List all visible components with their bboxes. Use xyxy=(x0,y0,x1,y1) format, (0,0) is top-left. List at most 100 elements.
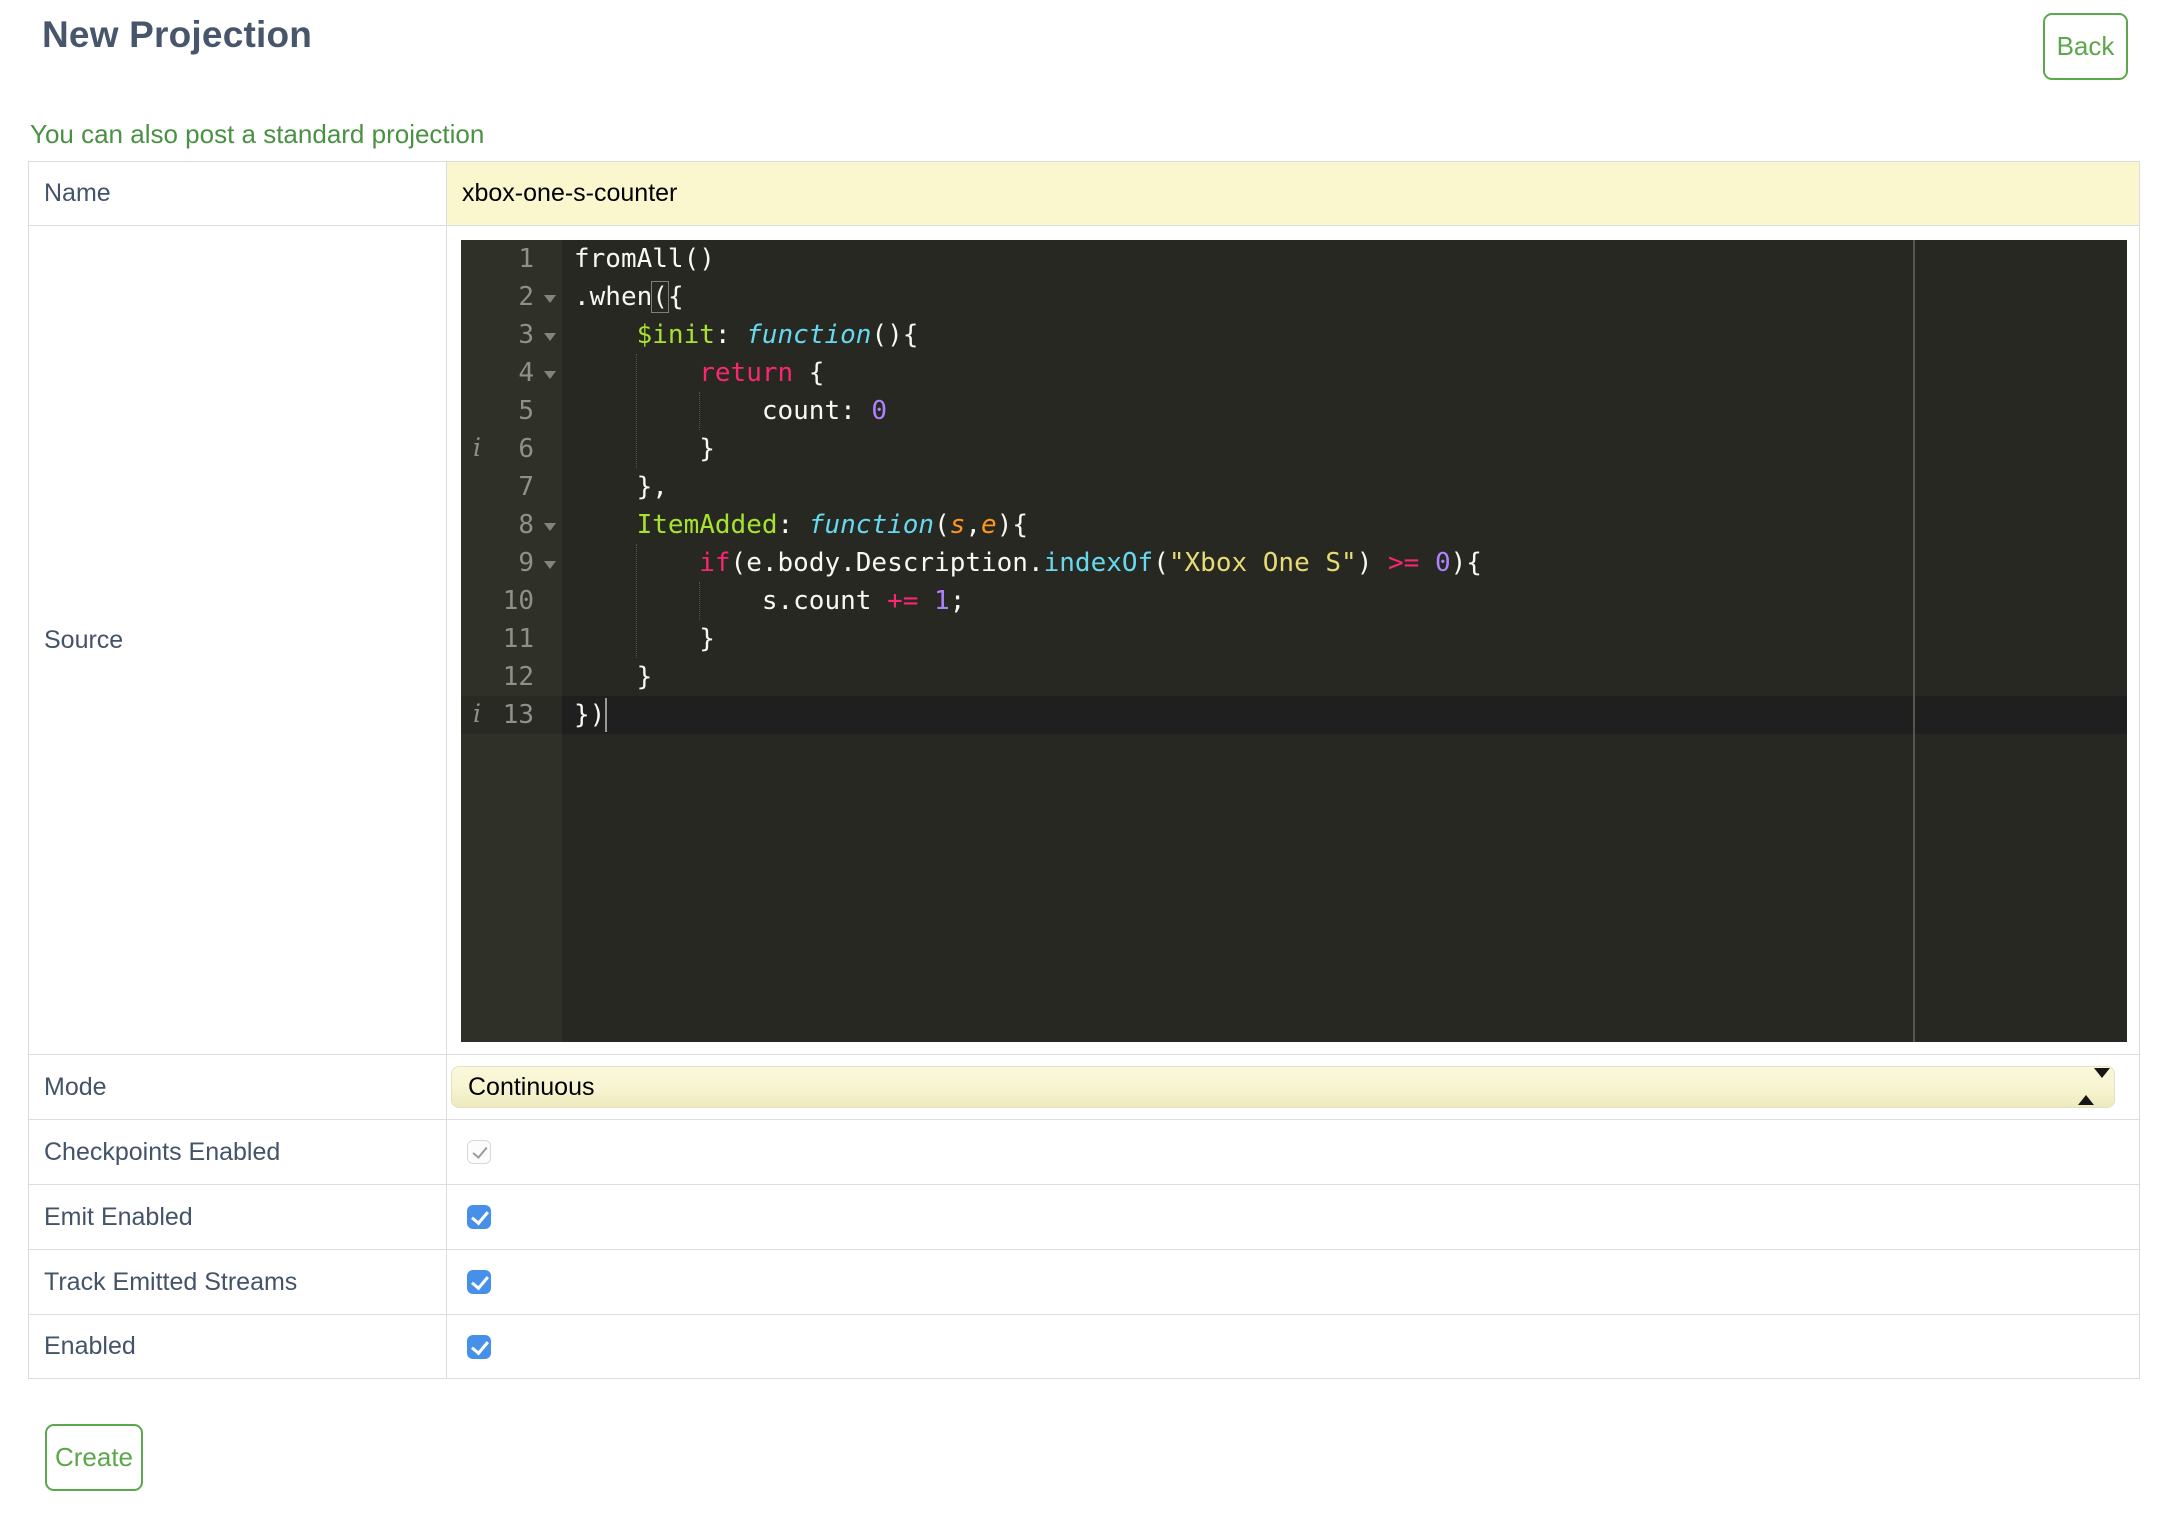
gutter-row: 10 xyxy=(461,582,562,620)
code-line: $init: function(){ xyxy=(562,316,2127,354)
gutter-row: 5 xyxy=(461,392,562,430)
mode-label: Mode xyxy=(29,1055,447,1119)
code-token: (){ xyxy=(871,320,919,350)
gutter-row: 7 xyxy=(461,468,562,506)
name-row: Name xyxy=(29,162,2139,226)
code-line: } xyxy=(562,430,2127,468)
source-row: Source 1 2 3 4 5 i 6 7 8 9 10 11 12 i 13 fromAll() .whe… xyxy=(29,226,2139,1055)
gutter-row: i6 xyxy=(461,430,562,468)
code-token: .when xyxy=(574,282,653,312)
code-token: count: xyxy=(574,396,872,426)
fold-toggle-icon[interactable] xyxy=(544,523,556,531)
code-line: fromAll() xyxy=(562,240,2127,278)
gutter-row: 1 xyxy=(461,240,562,278)
track-checkbox[interactable] xyxy=(467,1270,491,1294)
code-token: ItemAdded xyxy=(636,510,778,540)
code-token: ( xyxy=(934,510,950,540)
track-label: Track Emitted Streams xyxy=(29,1250,447,1314)
line-number: 12 xyxy=(502,662,534,692)
code-line: s.count += 1; xyxy=(562,582,2127,620)
back-button[interactable]: Back xyxy=(2043,13,2128,80)
code-line: } xyxy=(562,620,2127,658)
code-token: function xyxy=(808,510,935,540)
checkpoints-row: Checkpoints Enabled xyxy=(29,1120,2139,1185)
code-token: { xyxy=(667,282,684,312)
line-number: 5 xyxy=(518,396,534,426)
code-token: } xyxy=(574,434,715,464)
fold-toggle-icon[interactable] xyxy=(544,561,556,569)
code-token: }) xyxy=(574,700,606,730)
code-token: if xyxy=(699,548,731,578)
checkpoints-checkbox xyxy=(467,1140,491,1164)
projection-form: Name Source 12345i6789101112i13 from xyxy=(28,161,2140,1379)
emit-checkbox[interactable] xyxy=(467,1205,491,1229)
track-value-cell xyxy=(447,1250,2139,1314)
enabled-value-cell xyxy=(447,1315,2139,1378)
gutter-row: 12 xyxy=(461,658,562,696)
code-line: ItemAdded: function(s,e){ xyxy=(562,506,2127,544)
text-cursor xyxy=(605,698,607,732)
name-value-cell xyxy=(447,162,2139,225)
mode-selected-value: Continuous xyxy=(468,1072,595,1101)
code-token: indexOf xyxy=(1043,548,1154,578)
code-token: (e.body.Description. xyxy=(730,548,1044,578)
code-token: ; xyxy=(949,586,966,616)
gutter-row: 3 xyxy=(461,316,562,354)
mode-select[interactable]: Continuous xyxy=(451,1066,2115,1108)
source-value-cell: 1 2 3 4 5 i 6 7 8 9 10 11 12 i 13 fromAll() .when({ $in… xyxy=(447,226,2139,1054)
code-token: s xyxy=(949,510,966,540)
code-token: ){ xyxy=(996,510,1028,540)
fold-toggle-icon[interactable] xyxy=(544,371,556,379)
checkpoints-value-cell xyxy=(447,1120,2139,1184)
emit-label: Emit Enabled xyxy=(29,1185,447,1249)
gutter-row: 8 xyxy=(461,506,562,544)
code-token: ) xyxy=(1356,548,1389,578)
code-token: s.count xyxy=(574,586,888,616)
code-line: } xyxy=(562,658,2127,696)
code-token: { xyxy=(793,358,825,388)
code-token: 0 xyxy=(871,396,888,426)
emit-value-cell xyxy=(447,1185,2139,1249)
mode-row: Mode Continuous xyxy=(29,1055,2139,1120)
info-annotation-icon: i xyxy=(473,433,481,462)
track-row: Track Emitted Streams xyxy=(29,1250,2139,1315)
code-token: , xyxy=(965,510,982,540)
standard-projection-link[interactable]: You can also post a standard projection xyxy=(30,119,484,150)
code-line: return { xyxy=(562,354,2127,392)
code-token: $init xyxy=(636,320,715,350)
code-token: "Xbox One S" xyxy=(1168,548,1357,578)
source-code-editor[interactable]: 1 2 3 4 5 i 6 7 8 9 10 11 12 i 13 fromAll() .when({ $in… xyxy=(461,240,2127,1042)
enabled-label: Enabled xyxy=(29,1315,447,1378)
gutter-row: 2 xyxy=(461,278,562,316)
code-token: } xyxy=(574,624,715,654)
projection-name-input[interactable] xyxy=(447,162,2139,225)
code-token: : xyxy=(777,510,809,540)
create-button[interactable]: Create xyxy=(45,1424,143,1491)
enabled-checkbox[interactable] xyxy=(467,1334,491,1359)
code-token: e xyxy=(981,510,997,540)
new-projection-page: New Projection Back You can also post a … xyxy=(0,0,2166,1513)
select-stepper-icon xyxy=(2078,1068,2110,1105)
enabled-row: Enabled xyxy=(29,1315,2139,1379)
code-token: ){ xyxy=(1450,548,1482,578)
checkpoints-label: Checkpoints Enabled xyxy=(29,1120,447,1184)
line-number: 1 xyxy=(518,244,534,274)
mode-value-cell: Continuous xyxy=(447,1055,2139,1119)
code-token: 0 xyxy=(1434,548,1451,578)
code-token: >= xyxy=(1388,548,1420,578)
code-token: ( xyxy=(1153,548,1169,578)
editor-code-lines: fromAll() .when({ $init: function(){ retu… xyxy=(562,240,2127,734)
fold-toggle-icon[interactable] xyxy=(544,295,556,303)
fold-toggle-icon[interactable] xyxy=(544,333,556,341)
line-number: 7 xyxy=(518,472,534,502)
gutter-row: 9 xyxy=(461,544,562,582)
code-token: += xyxy=(887,586,919,616)
code-line: }, xyxy=(562,468,2127,506)
matched-bracket: ( xyxy=(651,281,669,313)
gutter-row: i 13 xyxy=(461,696,562,734)
